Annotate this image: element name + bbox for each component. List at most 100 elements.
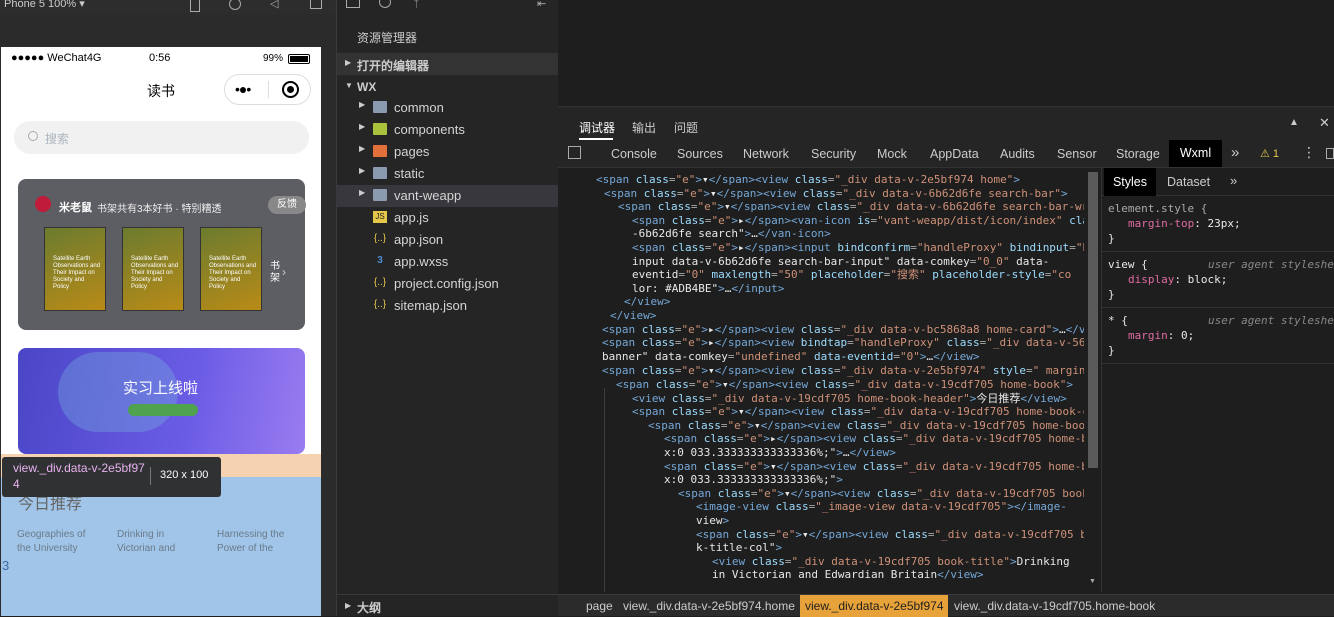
rule-declaration[interactable]: margin: 0;: [1128, 329, 1194, 342]
search-bar[interactable]: 搜索: [14, 121, 309, 154]
tree-item-project-config[interactable]: {..} project.config.json: [337, 273, 559, 295]
tab-wxml[interactable]: Wxml: [1169, 140, 1222, 167]
style-rule[interactable]: * {user agent styleshe margin: 0;}: [1102, 314, 1334, 364]
tab-problems[interactable]: 问题: [674, 119, 698, 136]
open-editors-header[interactable]: ▶ 打开的编辑器: [337, 53, 559, 75]
tree-item-vant-weapp[interactable]: ▶ vant-weapp: [337, 185, 559, 207]
wxml-node-line[interactable]: <span class="e">▾</span><view class="_di…: [604, 187, 1068, 200]
tree-item-common[interactable]: ▶ common: [337, 97, 559, 119]
chevron-up-icon[interactable]: ▲: [1289, 117, 1299, 128]
tab-console[interactable]: Console: [611, 147, 657, 161]
tree-item-static[interactable]: ▶ static: [337, 163, 559, 185]
wxml-node-line[interactable]: <image-view class="_image-view data-v-19…: [696, 500, 1067, 513]
warning-count[interactable]: ⚠ 1: [1260, 147, 1279, 160]
tree-item-pages[interactable]: ▶ pages: [337, 141, 559, 163]
tab-debugger[interactable]: 调试器: [579, 119, 615, 136]
phone-icon[interactable]: [190, 0, 200, 12]
wxml-node-line[interactable]: <span class="e">▸</span><view class="_di…: [664, 432, 1084, 445]
home-banner[interactable]: 实习上线啦: [18, 348, 305, 454]
tab-sensor[interactable]: Sensor: [1057, 147, 1097, 161]
wxml-scrollbar[interactable]: ▼: [1086, 170, 1100, 590]
wxml-node-line[interactable]: <span class="e">▸</span><van-icon is="va…: [632, 214, 1084, 227]
wxml-node-line[interactable]: in Victorian and Edwardian Britain</view…: [712, 568, 984, 581]
search-icon[interactable]: [379, 0, 391, 8]
scrollbar-thumb[interactable]: [1088, 172, 1098, 468]
rule-declaration[interactable]: margin-top: 23px;: [1128, 217, 1241, 230]
window-icon[interactable]: [310, 0, 322, 9]
wxml-node-line[interactable]: <span class="e">▾</span><view class="_di…: [616, 378, 1073, 391]
more-tabs-button[interactable]: »: [1231, 144, 1239, 161]
git-icon[interactable]: ᛘ: [413, 0, 420, 10]
tab-audits[interactable]: Audits: [1000, 147, 1035, 161]
wxml-node-line[interactable]: eventid="0" maxlength="50" placeholder="…: [632, 268, 1071, 281]
tab-network[interactable]: Network: [743, 147, 789, 161]
wxml-node-line[interactable]: <span class="e">▸</span><view bindtap="h…: [602, 336, 1084, 349]
wxml-node-line[interactable]: <span class="e">▾</span><view class="_di…: [648, 419, 1084, 432]
wxml-node-line[interactable]: <view class="_div data-v-19cdf705 home-b…: [632, 392, 1067, 405]
wxml-node-line[interactable]: x:0 033.333333333333336%;">: [664, 473, 843, 486]
book-cover[interactable]: Satellite Earth Observations and Their I…: [200, 227, 262, 311]
book-title[interactable]: Drinking in Victorian and: [117, 528, 197, 556]
outline-header[interactable]: ▶ 大纲: [337, 594, 559, 616]
wxml-node-line[interactable]: <span class="e">▾</span><view class="_di…: [696, 528, 1084, 541]
tab-appdata[interactable]: AppData: [930, 147, 979, 161]
kebab-menu-icon[interactable]: ⋮: [1302, 144, 1316, 161]
collapse-icon[interactable]: ⇤: [537, 0, 546, 10]
wxml-node-line[interactable]: <span class="e">▾</span><view class="_di…: [678, 487, 1084, 500]
tree-item-app-js[interactable]: JS app.js: [337, 207, 559, 229]
wxml-node-line[interactable]: <view class="_div data-v-19cdf705 book-t…: [712, 555, 1070, 568]
book-title[interactable]: Harnessing the Power of the: [217, 528, 297, 556]
home-card[interactable]: 米老鼠 书架共有3本好书 · 特别糟透 反馈 Satellite Earth O…: [18, 179, 306, 330]
tab-storage[interactable]: Storage: [1116, 147, 1160, 161]
book-title[interactable]: Geographies of the University: [17, 528, 97, 556]
breadcrumb-item[interactable]: page: [586, 599, 613, 613]
wxml-node-line[interactable]: lor: #ADB4BE">…</input>: [632, 282, 784, 295]
wxml-node-line[interactable]: <span class="e">▾</span><view class="_di…: [596, 173, 1020, 186]
wxml-node-line[interactable]: input data-v-6b62d6fe search-bar-input" …: [632, 255, 1049, 268]
style-rule[interactable]: view {user agent styleshe display: block;…: [1102, 258, 1334, 308]
tab-sources[interactable]: Sources: [677, 147, 723, 161]
record-icon[interactable]: [229, 0, 241, 10]
book-cover[interactable]: Satellite Earth Observations and Their I…: [44, 227, 106, 311]
tab-output[interactable]: 输出: [632, 119, 656, 136]
wxml-node-line[interactable]: <span class="e">▸</span><view class="_di…: [602, 323, 1084, 336]
breadcrumb-item-active[interactable]: view._div.data-v-2e5bf974: [800, 595, 948, 617]
feedback-button[interactable]: 反馈: [268, 196, 306, 214]
wxml-node-line[interactable]: <span class="e">▾</span><view class="_di…: [632, 405, 1084, 418]
mini-program-capsule[interactable]: •●•: [224, 74, 311, 105]
close-icon[interactable]: ✕: [1319, 115, 1330, 131]
scroll-down-arrow[interactable]: ▼: [1089, 578, 1096, 585]
tab-security[interactable]: Security: [811, 147, 856, 161]
breadcrumb-item[interactable]: view._div.data-v-2e5bf974.home: [623, 599, 795, 613]
wxml-node-line[interactable]: <span class="e">▾</span><view class="_di…: [602, 364, 1084, 377]
tree-item-components[interactable]: ▶ components: [337, 119, 559, 141]
book-cover[interactable]: Satellite Earth Observations and Their I…: [122, 227, 184, 311]
volume-icon[interactable]: ◁: [270, 0, 278, 10]
tree-item-app-wxss[interactable]: 3 app.wxss: [337, 251, 559, 273]
wxml-node-line[interactable]: <span class="e">▾</span><view class="_di…: [618, 200, 1084, 213]
dock-icon[interactable]: [1326, 148, 1334, 159]
wxml-node-line[interactable]: banner" data-comkey="undefined" data-eve…: [602, 350, 980, 363]
shelf-link[interactable]: 书架: [270, 261, 282, 285]
wxml-node-line[interactable]: </view>: [624, 295, 670, 308]
tab-mock[interactable]: Mock: [877, 147, 907, 161]
inspect-icon[interactable]: [568, 146, 581, 159]
style-rule[interactable]: element.style {margin-top: 23px;}: [1102, 202, 1334, 252]
wxml-node-line[interactable]: view>: [696, 514, 729, 527]
wxml-node-line[interactable]: <span class="e">▸</span><input bindconfi…: [632, 241, 1084, 254]
device-selector[interactable]: Phone 5 100% ▾: [4, 0, 85, 10]
close-mini-program-icon[interactable]: [282, 81, 299, 98]
tab-styles[interactable]: Styles: [1104, 168, 1156, 196]
more-styles-tabs-button[interactable]: »: [1230, 173, 1237, 188]
wxml-node-line[interactable]: k-title-col">: [696, 541, 782, 554]
wxml-node-line[interactable]: x:0 033.333333333333336%;">…</view>: [664, 446, 896, 459]
more-menu-icon[interactable]: •●•: [235, 81, 251, 97]
wxml-node-line[interactable]: <span class="e">▾</span><view class="_di…: [664, 460, 1084, 473]
tree-item-app-json[interactable]: {..} app.json: [337, 229, 559, 251]
tab-dataset[interactable]: Dataset: [1167, 175, 1210, 189]
tree-item-sitemap[interactable]: {..} sitemap.json: [337, 295, 559, 317]
project-header[interactable]: ▼ WX: [337, 76, 559, 98]
files-icon[interactable]: [346, 0, 360, 8]
breadcrumb-item[interactable]: view._div.data-v-19cdf705.home-book: [954, 599, 1155, 613]
rule-declaration[interactable]: display: block;: [1128, 273, 1227, 286]
